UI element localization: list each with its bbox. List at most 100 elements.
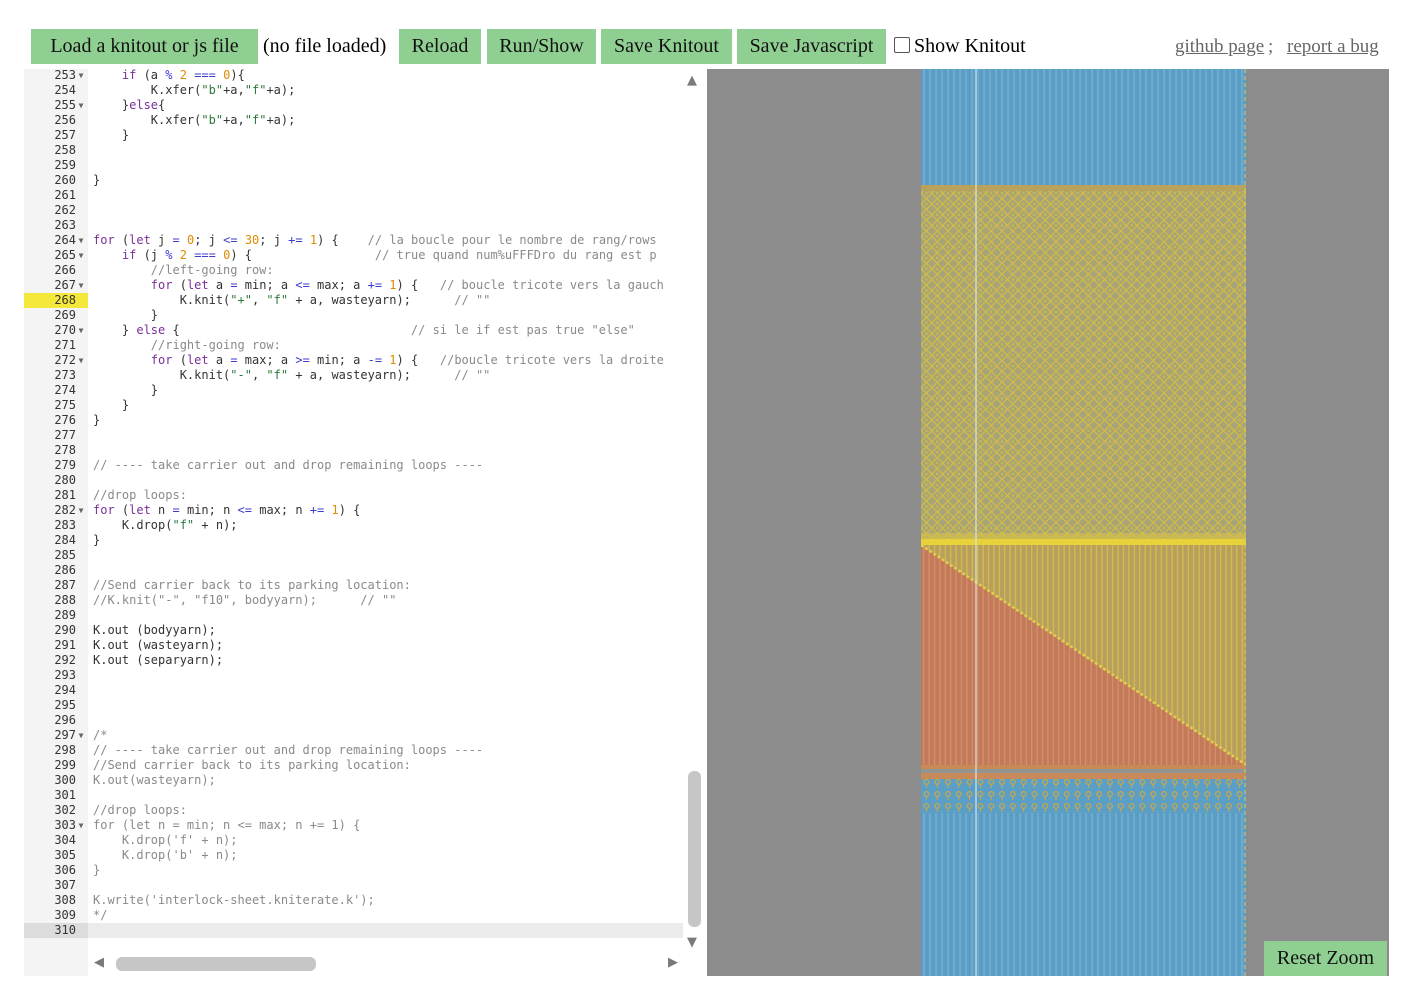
code-line[interactable]: 275 } xyxy=(24,398,707,413)
code-text: K.out (wasteyarn); xyxy=(93,638,224,652)
code-line[interactable]: 276} xyxy=(24,413,707,428)
code-line[interactable]: 274 } xyxy=(24,383,707,398)
code-line[interactable]: 288 //K.knit("-", "f10", bodyyarn); // "" xyxy=(24,593,707,608)
code-line[interactable]: 261 xyxy=(24,188,707,203)
code-text: if (a % 2 === 0){ xyxy=(121,69,245,82)
fold-arrow-icon[interactable]: ▼ xyxy=(76,818,86,833)
code-line[interactable]: 279 // ---- take carrier out and drop rem… xyxy=(24,458,707,473)
fold-arrow-icon[interactable]: ▼ xyxy=(76,278,86,293)
scroll-down-arrow-icon[interactable]: ▼ xyxy=(687,935,697,950)
code-line[interactable]: 272 ▼ for (let a = max; a >= min; a -= 1)… xyxy=(24,353,707,368)
fold-arrow-icon[interactable]: ▼ xyxy=(76,503,86,518)
fold-arrow-icon[interactable]: ▼ xyxy=(76,353,86,368)
line-number: 292 xyxy=(54,653,76,667)
code-line[interactable]: 307 xyxy=(24,878,707,893)
code-text: for (let n = min; n <= max; n += 1) { xyxy=(93,503,361,517)
code-line[interactable]: 262 xyxy=(24,203,707,218)
code-text: } xyxy=(93,383,159,397)
code-line[interactable]: 287 //Send carrier back to its parking lo… xyxy=(24,578,707,593)
code-line[interactable]: 291 K.out (wasteyarn); xyxy=(24,638,707,653)
code-line[interactable]: 289 xyxy=(24,608,707,623)
code-line[interactable]: 293 xyxy=(24,668,707,683)
code-line[interactable]: 254 K.xfer("b"+a,"f"+a); xyxy=(24,83,707,98)
code-line[interactable]: 296 xyxy=(24,713,707,728)
code-line[interactable]: 297 ▼ /* xyxy=(24,728,707,743)
run-show-button[interactable]: Run/Show xyxy=(487,29,596,64)
code-line[interactable]: 259 xyxy=(24,158,707,173)
code-line[interactable]: 285 xyxy=(24,548,707,563)
code-line[interactable]: 308 K.write('interlock-sheet.kniterate.k'… xyxy=(24,893,707,908)
code-line[interactable]: 310 xyxy=(24,923,707,938)
scroll-right-arrow-icon[interactable]: ▶ xyxy=(668,955,678,970)
code-line[interactable]: 284} xyxy=(24,533,707,548)
editor-vertical-scrollbar[interactable]: ▲ ▼ xyxy=(683,69,707,954)
save-knitout-button[interactable]: Save Knitout xyxy=(601,29,732,64)
code-line[interactable]: 266 //left-going row: xyxy=(24,263,707,278)
code-line[interactable]: 300 K.out(wasteyarn); xyxy=(24,773,707,788)
code-line[interactable]: 286 xyxy=(24,563,707,578)
code-line[interactable]: 295 xyxy=(24,698,707,713)
code-line[interactable]: 302 //drop loops: xyxy=(24,803,707,818)
code-line[interactable]: 256 K.xfer("b"+a,"f"+a); xyxy=(24,113,707,128)
fold-arrow-icon[interactable]: ▼ xyxy=(76,98,86,113)
horizontal-scroll-thumb[interactable] xyxy=(116,957,316,971)
code-line[interactable]: 265 ▼ if (j % 2 === 0) { // true quand nu… xyxy=(24,248,707,263)
fold-arrow-icon[interactable]: ▼ xyxy=(76,248,86,263)
code-line[interactable]: 292 K.out (separyarn); xyxy=(24,653,707,668)
editor-horizontal-scrollbar[interactable]: ◀ ▶ xyxy=(88,952,688,976)
code-line[interactable]: 260} xyxy=(24,173,707,188)
reload-button[interactable]: Reload xyxy=(399,29,481,64)
code-line[interactable]: 277 xyxy=(24,428,707,443)
github-page-link[interactable]: github page xyxy=(1175,29,1264,64)
knit-visualizer[interactable] xyxy=(707,69,1389,976)
code-line[interactable]: 294 xyxy=(24,683,707,698)
fold-arrow-icon[interactable]: ▼ xyxy=(76,728,86,743)
code-line[interactable]: 270 ▼ } else { // si le if est pas true "… xyxy=(24,323,707,338)
code-text: K.drop('f' + n); xyxy=(93,833,238,847)
scroll-left-arrow-icon[interactable]: ◀ xyxy=(94,955,104,970)
code-line[interactable]: 282 ▼ for (let n = min; n <= max; n += 1) … xyxy=(24,503,707,518)
code-line[interactable]: 283 K.drop("f" + n); xyxy=(24,518,707,533)
fold-arrow-icon[interactable]: ▼ xyxy=(76,69,86,83)
code-line[interactable]: 304 K.drop('f' + n); xyxy=(24,833,707,848)
code-line[interactable]: 267 ▼ for (let a = min; a <= max; a += 1)… xyxy=(24,278,707,293)
code-line[interactable]: 306} xyxy=(24,863,707,878)
code-line[interactable]: 263 xyxy=(24,218,707,233)
line-number: 289 xyxy=(54,608,76,622)
fold-arrow-icon[interactable]: ▼ xyxy=(76,233,86,248)
vertical-scroll-thumb[interactable] xyxy=(688,771,701,927)
knit-pattern-canvas[interactable] xyxy=(921,69,1246,976)
code-line[interactable]: 258 xyxy=(24,143,707,158)
line-number: 294 xyxy=(54,683,76,697)
code-line[interactable]: 280 xyxy=(24,473,707,488)
scroll-up-arrow-icon[interactable]: ▲ xyxy=(687,73,697,88)
code-editor[interactable]: 253 ▼ if (a % 2 === 0){254 K.xfer("b"+a,"… xyxy=(24,69,707,976)
code-line[interactable]: 281 //drop loops: xyxy=(24,488,707,503)
code-line[interactable]: 257 } xyxy=(24,128,707,143)
show-knitout-checkbox[interactable] xyxy=(894,37,910,53)
code-line[interactable]: 303 ▼ for (let n = min; n <= max; n += 1) … xyxy=(24,818,707,833)
code-line[interactable]: 269 } xyxy=(24,308,707,323)
code-line[interactable]: 298 // ---- take carrier out and drop rem… xyxy=(24,743,707,758)
code-line[interactable]: 273 K.knit("-", "f" + a, wasteyarn); // … xyxy=(24,368,707,383)
fold-arrow-icon[interactable]: ▼ xyxy=(76,323,86,338)
load-file-button[interactable]: Load a knitout or js file xyxy=(31,29,258,64)
code-line[interactable]: 268 K.knit("+", "f" + a, wasteyarn); // … xyxy=(24,293,707,308)
save-javascript-button[interactable]: Save Javascript xyxy=(737,29,886,64)
line-number: 286 xyxy=(54,563,76,577)
code-line[interactable]: 305 K.drop('b' + n); xyxy=(24,848,707,863)
code-text: }else{ xyxy=(93,98,166,112)
code-line[interactable]: 255 ▼ }else{ xyxy=(24,98,707,113)
code-line[interactable]: 271 //right-going row: xyxy=(24,338,707,353)
code-line[interactable]: 278 xyxy=(24,443,707,458)
code-line[interactable]: 253 ▼ if (a % 2 === 0){ xyxy=(24,69,707,83)
code-line[interactable]: 264 ▼ for (let j = 0; j <= 30; j += 1) { /… xyxy=(24,233,707,248)
line-number: 253 xyxy=(54,69,76,82)
code-text: for (let j = 0; j <= 30; j += 1) { // la… xyxy=(93,233,657,247)
code-line[interactable]: 299 //Send carrier back to its parking lo… xyxy=(24,758,707,773)
code-line[interactable]: 309 */ xyxy=(24,908,707,923)
report-bug-link[interactable]: report a bug xyxy=(1287,29,1379,64)
reset-zoom-button[interactable]: Reset Zoom xyxy=(1264,941,1387,976)
code-line[interactable]: 290 K.out (bodyyarn); xyxy=(24,623,707,638)
code-line[interactable]: 301 xyxy=(24,788,707,803)
